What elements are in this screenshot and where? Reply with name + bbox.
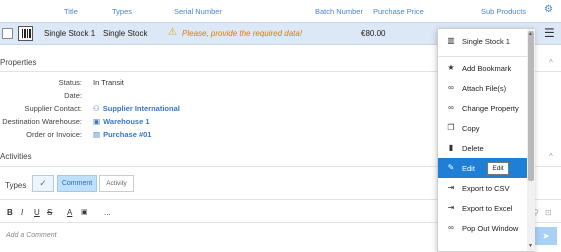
types-label: Types <box>5 181 27 190</box>
status-value: In Transit <box>93 78 124 87</box>
select-all-types-button[interactable]: ✓ <box>32 175 54 192</box>
supplier-contact-label: Supplier Contact: <box>24 104 82 113</box>
row-type: Single Stock <box>103 29 148 38</box>
underline-button[interactable]: U <box>34 208 40 217</box>
menu-item-change-property[interactable]: ∞ Change Property <box>438 98 527 118</box>
row-price: €80.00 <box>361 29 386 38</box>
divider <box>438 56 527 57</box>
collapse-activities-icon[interactable]: ^ <box>549 152 553 161</box>
column-serial-number[interactable]: Serial Number <box>174 7 222 16</box>
warehouse-text[interactable]: Warehouse 1 <box>103 117 149 126</box>
column-sub-products[interactable]: Sub Products <box>481 7 526 16</box>
menu-item-label: Edit <box>462 164 475 173</box>
link-icon: ∞ <box>448 83 454 92</box>
menu-item-copy[interactable]: ❐ Copy <box>438 118 527 138</box>
add-comment-input[interactable]: Add a Comment <box>6 232 57 239</box>
order-invoice-label: Order or Invoice: <box>26 130 82 139</box>
context-menu-header: ▥ Single Stock 1 <box>438 30 527 52</box>
barcode-icon: ▥ <box>447 36 455 45</box>
warehouse-icon: ▣ <box>93 117 101 126</box>
menu-item-label: Attach File(s) <box>462 84 507 93</box>
scroll-down-icon[interactable]: ▼ <box>528 243 533 249</box>
row-title[interactable]: Single Stock 1 <box>44 29 95 38</box>
menu-item-edit[interactable]: ✎ Edit <box>438 158 527 178</box>
menu-item-label: Copy <box>462 124 480 133</box>
menu-item-label: Export to Excel <box>462 204 513 213</box>
link-icon: ∞ <box>448 103 454 112</box>
gear-icon[interactable]: ⚙ <box>544 4 553 15</box>
italic-button[interactable]: I <box>21 208 23 217</box>
barcode-icon <box>18 26 33 41</box>
row-checkbox[interactable] <box>2 28 13 39</box>
collapse-properties-icon[interactable]: ^ <box>549 58 553 67</box>
menu-item-export-excel[interactable]: ⇥ Export to Excel <box>438 198 527 218</box>
purchase-text[interactable]: Purchase #01 <box>103 130 151 139</box>
edit-tooltip: Edit <box>487 162 509 175</box>
supplier-contact-link[interactable]: ⚇ Supplier International <box>93 104 180 113</box>
more-options-button[interactable]: ... <box>104 208 111 217</box>
invoice-icon: ▤ <box>93 130 101 139</box>
column-types[interactable]: Types <box>112 7 132 16</box>
menu-item-add-bookmark[interactable]: ★ Add Bookmark <box>438 58 527 78</box>
menu-item-pop-out-window[interactable]: ∞ Pop Out Window <box>438 218 527 238</box>
properties-title: Properties <box>0 58 37 67</box>
column-title[interactable]: Title <box>64 7 78 16</box>
purchase-link[interactable]: ▤ Purchase #01 <box>93 130 151 139</box>
scroll-up-icon[interactable]: ▲ <box>528 31 533 37</box>
warehouse-link[interactable]: ▣ Warehouse 1 <box>93 117 150 126</box>
font-color-button[interactable]: A <box>67 208 72 217</box>
warning-icon: ⚠ <box>168 27 177 38</box>
warning-text: Please, provide the required data! <box>182 29 303 38</box>
send-button[interactable]: ➤ <box>535 227 557 245</box>
column-batch-number[interactable]: Batch Number <box>315 7 363 16</box>
highlight-button[interactable]: ▣ <box>81 208 88 216</box>
menu-item-export-csv[interactable]: ⇥ Export to CSV <box>438 178 527 198</box>
column-purchase-price[interactable]: Purchase Price <box>373 7 424 16</box>
menu-item-label: Delete <box>462 144 484 153</box>
context-menu: ▥ Single Stock 1 ★ Add Bookmark ∞ Attach… <box>437 28 535 252</box>
date-label: Date: <box>64 91 82 100</box>
activity-type-button[interactable]: Activity <box>99 175 134 192</box>
status-label: Status: <box>58 78 82 87</box>
export-icon: ⇥ <box>447 183 455 192</box>
supplier-contact-text[interactable]: Supplier International <box>103 104 180 113</box>
comment-type-button[interactable]: Comment <box>57 175 97 192</box>
scrollbar-thumb[interactable] <box>528 31 534 181</box>
menu-item-label: Change Property <box>462 104 519 113</box>
activities-title: Activities <box>0 152 32 161</box>
destination-warehouse-label: Destination Warehouse: <box>2 117 82 126</box>
menu-item-label: Add Bookmark <box>462 64 512 73</box>
strikethrough-button[interactable]: S <box>47 208 52 217</box>
table-header: Title Types Serial Number Batch Number P… <box>0 0 561 22</box>
attach-icon[interactable]: ⊡ <box>545 208 552 217</box>
menu-item-label: Export to CSV <box>462 184 510 193</box>
contact-icon: ⚇ <box>93 104 100 113</box>
link-icon: ∞ <box>448 223 454 232</box>
hamburger-menu-icon[interactable]: ☰ <box>544 26 555 40</box>
bold-button[interactable]: B <box>7 208 13 217</box>
menu-item-attach-files[interactable]: ∞ Attach File(s) <box>438 78 527 98</box>
menu-item-label: Pop Out Window <box>462 224 519 233</box>
export-icon: ⇥ <box>447 203 455 212</box>
trash-icon: ▮ <box>448 143 454 152</box>
pencil-icon: ✎ <box>447 163 455 172</box>
copy-icon: ❐ <box>447 123 455 132</box>
context-menu-header-label: Single Stock 1 <box>462 37 510 46</box>
star-icon: ★ <box>447 63 455 72</box>
menu-item-delete[interactable]: ▮ Delete <box>438 138 527 158</box>
